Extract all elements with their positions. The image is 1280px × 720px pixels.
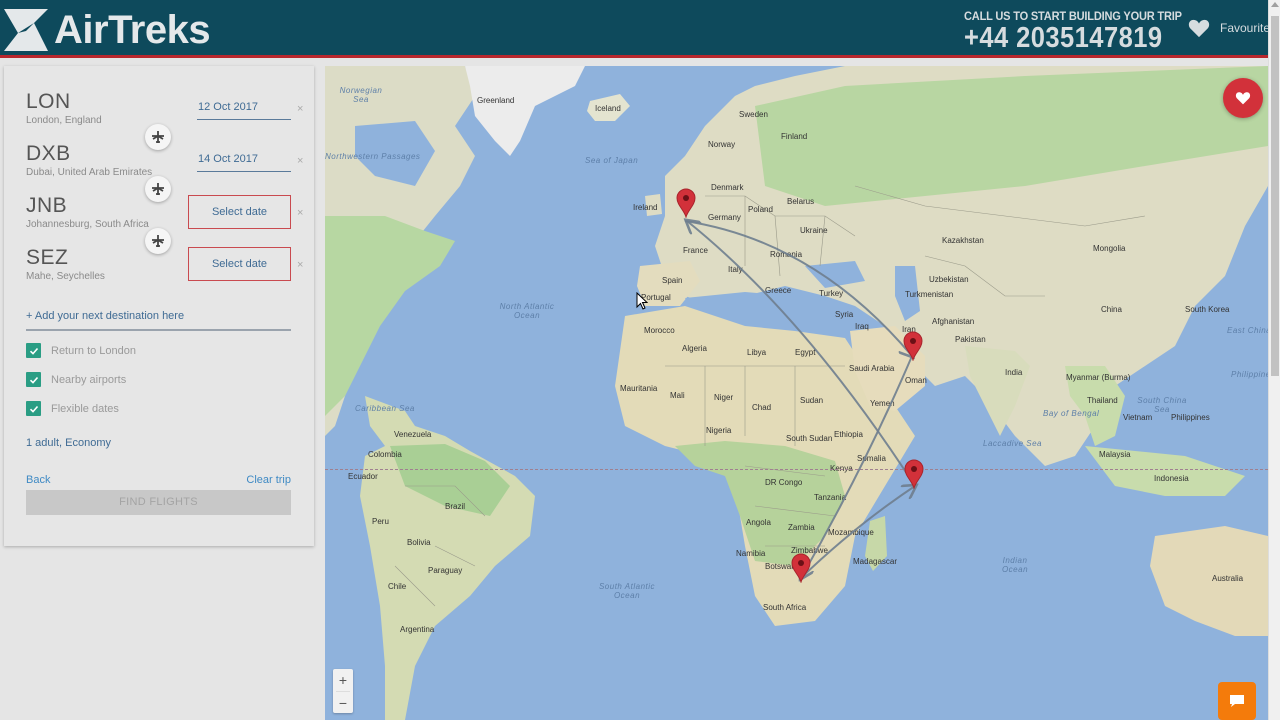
checkbox-checked[interactable]	[26, 401, 41, 416]
option-label: Nearby airports	[51, 373, 127, 386]
chat-bubble-icon	[1230, 695, 1244, 707]
option-label: Return to London	[51, 344, 137, 357]
option-flexible-dates[interactable]: Flexible dates	[26, 401, 119, 416]
passengers-class-link[interactable]: 1 adult, Economy	[26, 437, 111, 449]
map-marker-london-icon[interactable]	[676, 188, 696, 218]
call-us-block: CALL US TO START BUILDING YOUR TRIP +44 …	[964, 9, 1201, 53]
phone-number[interactable]: +44 2035147819	[964, 23, 1172, 53]
mouse-cursor-icon	[636, 292, 648, 310]
remove-stop-icon[interactable]: ×	[297, 103, 303, 115]
heart-icon	[1188, 19, 1210, 38]
heart-icon	[1235, 92, 1251, 105]
select-date-button[interactable]: Select date	[188, 195, 291, 229]
map-marker-seychelles-icon[interactable]	[904, 459, 924, 489]
date-field[interactable]: 14 Oct 2017	[197, 150, 291, 172]
scroll-up-arrow-icon[interactable]	[1271, 2, 1279, 7]
add-destination-input[interactable]: + Add your next destination here	[26, 310, 291, 331]
airtreks-logo[interactable]: AirTreks	[4, 8, 211, 52]
trip-planner-panel: LON London, England 12 Oct 2017 × DXB Du…	[4, 66, 314, 546]
remove-stop-icon[interactable]: ×	[297, 207, 303, 219]
zoom-in-button[interactable]: +	[333, 669, 353, 691]
route-leg-jnb-sez	[800, 486, 915, 579]
back-link[interactable]: Back	[26, 474, 50, 486]
map-marker-johannesburg-icon[interactable]	[791, 553, 811, 583]
option-nearby-airports[interactable]: Nearby airports	[26, 372, 126, 387]
route-overlay	[325, 66, 1268, 720]
logo-mark-icon	[4, 9, 48, 51]
option-label: Flexible dates	[51, 402, 119, 415]
checkmark-icon	[29, 405, 38, 413]
option-return-to-origin[interactable]: Return to London	[26, 343, 136, 358]
map-zoom-control: + −	[333, 669, 353, 713]
route-leg-dxb-jnb	[801, 355, 913, 578]
page-scrollbar[interactable]	[1268, 0, 1280, 720]
scroll-thumb[interactable]	[1271, 16, 1279, 376]
route-map[interactable]: Greenland Iceland Sweden Finland Norway …	[325, 66, 1268, 720]
site-header: AirTreks CALL US TO START BUILDING YOUR …	[0, 0, 1276, 58]
remove-stop-icon[interactable]: ×	[297, 259, 303, 271]
checkmark-icon	[29, 376, 38, 384]
checkbox-checked[interactable]	[26, 372, 41, 387]
clear-trip-link[interactable]: Clear trip	[246, 474, 291, 486]
map-marker-dubai-icon[interactable]	[903, 331, 923, 361]
checkbox-checked[interactable]	[26, 343, 41, 358]
zoom-out-button[interactable]: −	[333, 692, 353, 714]
brand-name: AirTreks	[54, 8, 211, 52]
favourite-trip-button[interactable]	[1223, 78, 1263, 118]
route-leg-lon-dxb	[684, 220, 912, 356]
checkmark-icon	[29, 347, 38, 355]
favourites-link[interactable]: Favourites	[1188, 18, 1276, 38]
chat-button[interactable]	[1218, 682, 1256, 720]
select-date-button[interactable]: Select date	[188, 247, 291, 281]
remove-stop-icon[interactable]: ×	[297, 155, 303, 167]
date-field[interactable]: 12 Oct 2017	[197, 98, 291, 120]
call-us-label: CALL US TO START BUILDING YOUR TRIP	[964, 9, 1182, 23]
find-flights-button[interactable]: FIND FLIGHTS	[26, 490, 291, 515]
